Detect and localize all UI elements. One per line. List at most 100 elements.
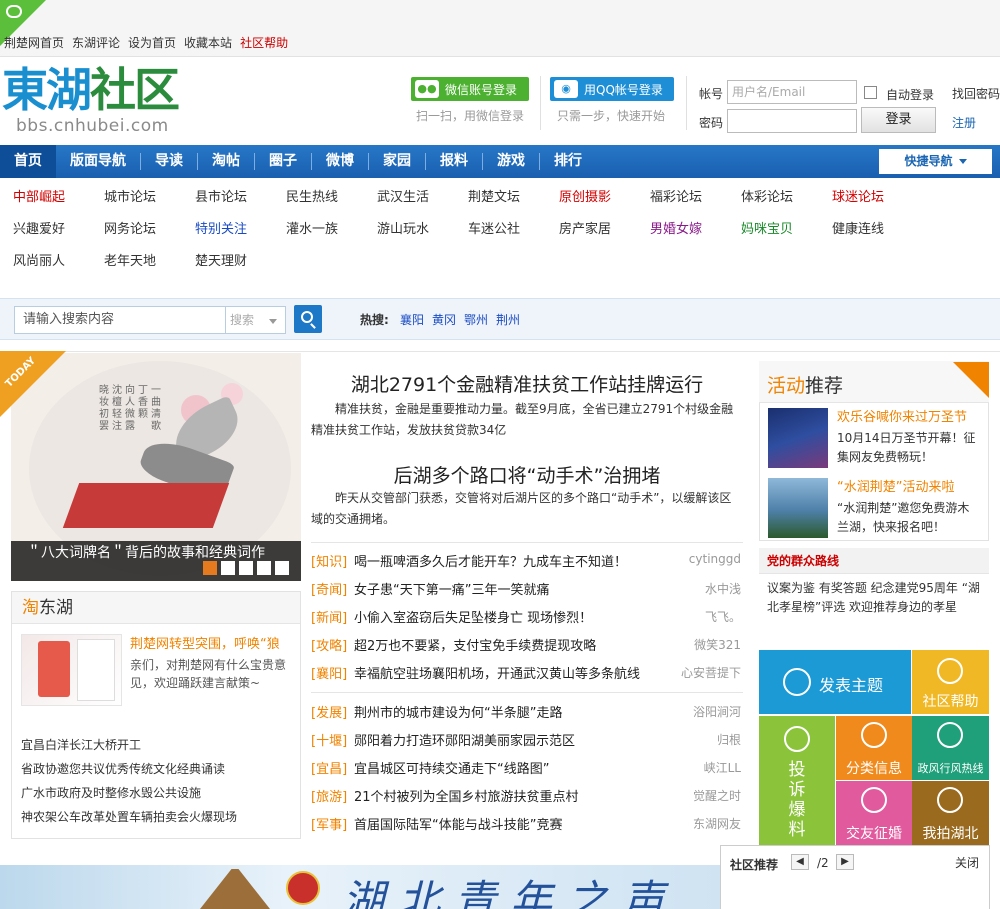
- nav-taotie[interactable]: 淘帖: [198, 145, 254, 178]
- news-row[interactable]: [旅游] 21个村被列为全国乡村旅游扶贫重点村 觉醒之时: [311, 782, 743, 810]
- top-link-comment[interactable]: 东湖评论: [72, 34, 120, 51]
- hot-search-link[interactable]: 荆州: [496, 311, 520, 328]
- bottom-banner[interactable]: 湖北青年之声: [0, 865, 720, 909]
- news-row[interactable]: [知识] 喝一瓶啤酒多久后才能开车？九成车主不知道！ cytinggd: [311, 547, 743, 575]
- nav-guide[interactable]: 导读: [141, 145, 197, 178]
- forum-link[interactable]: 兴趣爱好: [13, 214, 65, 246]
- forum-link[interactable]: 特别关注: [195, 214, 247, 246]
- slide-dot-3[interactable]: [239, 561, 253, 575]
- post-topic-tile[interactable]: 发表主题: [759, 650, 911, 714]
- nav-games[interactable]: 游戏: [483, 145, 539, 178]
- next-page-button[interactable]: ▶: [836, 854, 854, 870]
- search-input[interactable]: 请输入搜索内容: [14, 306, 226, 334]
- hot-search-link[interactable]: 襄阳: [400, 311, 424, 328]
- wechat-login-hint: 扫一扫，用微信登录: [416, 109, 525, 123]
- nav-report[interactable]: 报料: [426, 145, 482, 178]
- news-row[interactable]: [十堰] 郧阳着力打造环郧阳湖美丽家园示范区 归根: [311, 726, 743, 754]
- list-item[interactable]: 神农架公车改革处置车辆拍卖会火爆现场: [21, 805, 299, 829]
- forum-link[interactable]: 游山玩水: [377, 214, 429, 246]
- forum-link[interactable]: 风尚丽人: [13, 246, 65, 278]
- list-item[interactable]: 广水市政府及时整修水毁公共设施: [21, 781, 299, 805]
- help-tile[interactable]: 社区帮助: [912, 650, 989, 714]
- news-row[interactable]: [攻略] 超2万也不要紧，支付宝免手续费提现攻略 微笑321: [311, 631, 743, 659]
- list-item[interactable]: 宜昌白洋长江大桥开工: [21, 733, 299, 757]
- forum-link[interactable]: 楚天理财: [195, 246, 247, 278]
- close-button[interactable]: 关闭: [955, 854, 979, 871]
- nav-sections[interactable]: 版面导航: [56, 145, 140, 178]
- hotline-tile[interactable]: 政风行风热线: [912, 716, 989, 780]
- search-button[interactable]: [294, 305, 322, 333]
- nav-home[interactable]: 首页: [0, 145, 56, 178]
- forum-link[interactable]: 老年天地: [104, 246, 156, 278]
- news-row[interactable]: [奇闻] 女子患“天下第一痛”三年一笑就痛 水中浅: [311, 575, 743, 603]
- forum-link[interactable]: 体彩论坛: [741, 182, 793, 214]
- forum-link[interactable]: 男婚女嫁: [650, 214, 702, 246]
- top-link-bookmark[interactable]: 收藏本站: [184, 34, 232, 51]
- activity-thumbnail[interactable]: [768, 478, 828, 538]
- headline-title[interactable]: 湖北2791个金融精准扶贫工作站挂牌运行: [311, 370, 743, 397]
- nav-circles[interactable]: 圈子: [255, 145, 311, 178]
- find-password-link[interactable]: 找回密码: [952, 85, 1000, 102]
- forum-link[interactable]: 网务论坛: [104, 214, 156, 246]
- account-input[interactable]: 用户名/Email: [727, 80, 857, 104]
- slide-poem-column: 向人微露: [125, 385, 135, 432]
- wechat-login-button[interactable]: ●● 微信账号登录: [411, 77, 529, 101]
- forum-link[interactable]: 车迷公社: [468, 214, 520, 246]
- qq-login-button[interactable]: ◉ 用QQ帐号登录: [550, 77, 674, 101]
- forum-link[interactable]: 中部崛起: [13, 182, 65, 214]
- news-row[interactable]: [襄阳] 幸福航空驻场襄阳机场，开通武汉黄山等多条航线 心安菩提下: [311, 659, 743, 687]
- list-item[interactable]: 省政协邀您共议优秀传统文化经典诵读: [21, 757, 299, 781]
- login-submit-button[interactable]: 登录: [861, 107, 936, 133]
- forum-link[interactable]: 城市论坛: [104, 182, 156, 214]
- headline-title[interactable]: 后湖多个路口将“动手术”治拥堵: [311, 461, 743, 488]
- news-row[interactable]: [军事] 首届国际陆军“体能与战斗技能”竞赛 东湖网友: [311, 810, 743, 838]
- nav-weibo[interactable]: 微博: [312, 145, 368, 178]
- forum-link[interactable]: 民生热线: [286, 182, 338, 214]
- forum-link[interactable]: 妈咪宝贝: [741, 214, 793, 246]
- hot-search-label: 热搜:: [360, 313, 389, 327]
- complain-tile[interactable]: 投诉爆料: [759, 716, 835, 846]
- slide-dot-5[interactable]: [275, 561, 289, 575]
- auto-login-checkbox[interactable]: [864, 86, 877, 99]
- register-link[interactable]: 注册: [952, 114, 976, 131]
- top-link-home[interactable]: 荆楚网首页: [4, 34, 64, 51]
- dating-tile[interactable]: 交友征婚: [836, 781, 912, 845]
- nav-home-space[interactable]: 家园: [369, 145, 425, 178]
- news-row[interactable]: [发展] 荆州市的城市建设为何“半条腿”走路 浴阳涧河: [311, 698, 743, 726]
- top-link-set-homepage[interactable]: 设为首页: [128, 34, 176, 51]
- quick-nav-button[interactable]: 快捷导航: [879, 149, 992, 174]
- banner-title: 湖北青年之声: [342, 876, 679, 909]
- classified-tile[interactable]: 分类信息: [836, 716, 912, 780]
- forum-link[interactable]: 福彩论坛: [650, 182, 702, 214]
- forum-link[interactable]: 荆楚文坛: [468, 182, 520, 214]
- forum-link[interactable]: 球迷论坛: [832, 182, 884, 214]
- hot-search-link[interactable]: 鄂州: [464, 311, 488, 328]
- forum-link[interactable]: 原创摄影: [559, 182, 611, 214]
- slide-dot-4[interactable]: [257, 561, 271, 575]
- activity-title[interactable]: 欢乐谷喊你来过万圣节: [837, 406, 967, 425]
- phone-graphic: [77, 639, 115, 701]
- hot-search-link[interactable]: 黄冈: [432, 311, 456, 328]
- news-row[interactable]: [宜昌] 宜昌城区可持续交通走下“线路图” 峡江LL: [311, 754, 743, 782]
- activity-title[interactable]: “水润荆楚”活动来啦: [837, 476, 954, 495]
- photo-tile[interactable]: 我拍湖北: [912, 781, 989, 845]
- slide-dot-2[interactable]: [221, 561, 235, 575]
- search-scope-select[interactable]: 搜索: [226, 306, 286, 334]
- news-row[interactable]: [新闻] 小偷入室盗窃后失足坠楼身亡 现场惨烈！ 飞飞。: [311, 603, 743, 631]
- slide-dot-1[interactable]: [203, 561, 217, 575]
- password-input[interactable]: [727, 109, 857, 133]
- forum-link[interactable]: 武汉生活: [377, 182, 429, 214]
- nav-ranking[interactable]: 排行: [540, 145, 596, 178]
- site-logo[interactable]: 東湖社区 bbs.cnhubei.com: [2, 63, 217, 141]
- forum-link[interactable]: 健康连线: [832, 214, 884, 246]
- forum-link[interactable]: 县市论坛: [195, 182, 247, 214]
- top-link-help[interactable]: 社区帮助: [240, 34, 288, 51]
- tao-headline[interactable]: 荆楚网转型突围，呼唤“狼: [130, 633, 294, 652]
- forum-link[interactable]: 房产家居: [559, 214, 611, 246]
- forum-link[interactable]: 灌水一族: [286, 214, 338, 246]
- tao-thumbnail[interactable]: [21, 634, 122, 706]
- prev-page-button[interactable]: ◀: [791, 854, 809, 870]
- activity-thumbnail[interactable]: [768, 408, 828, 468]
- account-label: 帐号: [699, 87, 724, 101]
- party-line-links[interactable]: 议案为鉴 有奖答题 纪念建党95周年 “湖北孝星榜”评选 欢迎推荐身边的孝星: [767, 579, 989, 617]
